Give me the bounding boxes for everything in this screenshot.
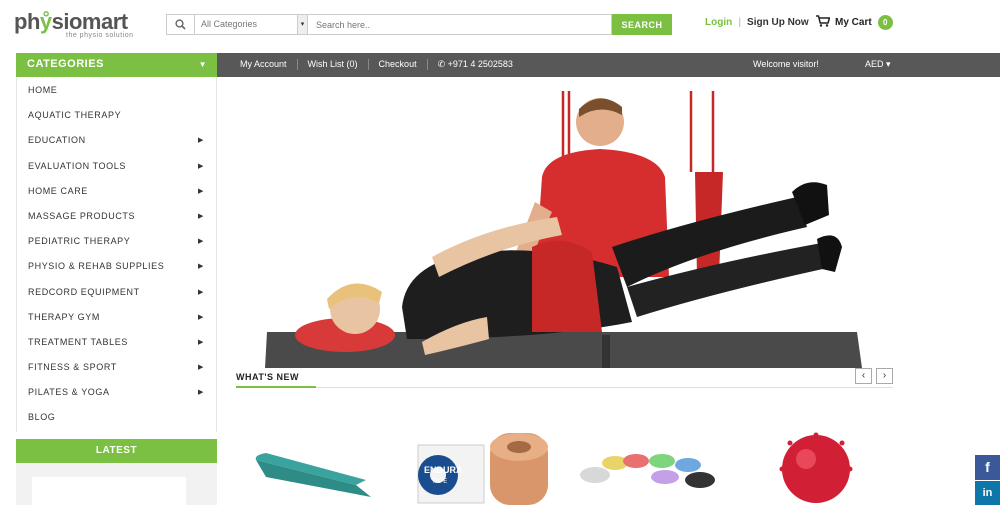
sidebar-item-label: MASSAGE PRODUCTS (28, 210, 136, 221)
product-card-massage-ball[interactable] (740, 425, 890, 505)
currency-value: AED (865, 59, 884, 69)
search-icon (166, 14, 194, 35)
carousel-prev-button[interactable]: ‹ (855, 368, 872, 384)
caret-down-icon: ▾ (886, 59, 891, 69)
top-nav-bar: CATEGORIES ▼ My Account Wish List (0) Ch… (16, 53, 1000, 77)
sidebar-item-redcord-equipment[interactable]: REDCORD EQUIPMENT ▶ (17, 279, 216, 304)
whats-new-heading: WHAT'S NEW (236, 372, 299, 382)
phone-number: +971 4 2502583 (447, 59, 513, 69)
latest-section-header: LATEST (16, 439, 217, 463)
category-select[interactable]: All Categories ▾ (194, 14, 308, 35)
chevron-right-icon: ▶ (198, 288, 204, 296)
header: phẙsiomart the physio solution All Categ… (0, 0, 1000, 52)
product-image-endura-tape: ENDURA TAPE (417, 433, 548, 505)
welcome-text: Welcome visitor! (753, 59, 819, 69)
sidebar-item-home[interactable]: HOME (17, 77, 216, 102)
category-sidebar: HOME AQUATIC THERAPY EDUCATION ▶ EVALUATI… (16, 77, 217, 432)
chevron-right-icon: ▶ (198, 187, 204, 195)
sidebar-item-label: EDUCATION (28, 135, 86, 146)
cart-icon (816, 15, 831, 30)
product-image-massage-ball (779, 432, 853, 503)
hero-banner-image (265, 91, 862, 368)
sidebar-item-label: BLOG (28, 412, 56, 423)
sidebar-item-label: HOME CARE (28, 185, 88, 196)
endura-tape-sublabel: TAPE (432, 479, 447, 485)
chevron-right-icon: ▶ (198, 338, 204, 346)
latest-section-body (16, 463, 217, 505)
sidebar-item-label: PHYSIO & REHAB SUPPLIES (28, 261, 165, 272)
chevron-right-icon: ▶ (198, 212, 204, 220)
sidebar-item-pediatric-therapy[interactable]: PEDIATRIC THERAPY ▶ (17, 228, 216, 253)
sidebar-item-massage-products[interactable]: MASSAGE PRODUCTS ▶ (17, 203, 216, 228)
linkedin-icon[interactable]: in (975, 481, 1000, 505)
search-button[interactable]: SEARCH (612, 14, 672, 35)
sidebar-item-label: AQUATIC THERAPY (28, 110, 122, 121)
categories-toggle[interactable]: CATEGORIES ▼ (16, 53, 217, 77)
nav-checkout[interactable]: Checkout (369, 59, 428, 70)
product-image-yoga-mat (255, 453, 371, 497)
sidebar-item-label: THERAPY GYM (28, 311, 100, 322)
product-card-yoga-mat[interactable] (236, 425, 386, 505)
logo-tagline: the physio solution (66, 32, 134, 39)
search-bar: All Categories ▾ SEARCH (166, 14, 672, 35)
sidebar-item-pilates-yoga[interactable]: PILATES & YOGA ▶ (17, 379, 216, 404)
latest-product-card[interactable] (32, 477, 186, 505)
nav-wish-list[interactable]: Wish List (0) (298, 59, 369, 70)
logo-wordmark: phẙsiomart (14, 9, 128, 34)
chevron-right-icon: ▶ (198, 263, 204, 271)
sidebar-item-physio-rehab-supplies[interactable]: PHYSIO & REHAB SUPPLIES ▶ (17, 253, 216, 278)
cart-label: My Cart (835, 17, 872, 28)
login-link[interactable]: Login (705, 17, 732, 28)
nav-phone[interactable]: ✆ +971 4 2502583 (428, 59, 523, 70)
sidebar-item-aquatic-therapy[interactable]: AQUATIC THERAPY (17, 102, 216, 127)
facebook-icon[interactable]: f (975, 455, 1000, 480)
sidebar-item-label: REDCORD EQUIPMENT (28, 286, 140, 297)
endura-tape-label: ENDURA (424, 465, 463, 475)
sidebar-item-label: PILATES & YOGA (28, 387, 110, 398)
chevron-right-icon: ▶ (198, 364, 204, 372)
sidebar-item-treatment-tables[interactable]: TREATMENT TABLES ▶ (17, 329, 216, 354)
nav-my-account[interactable]: My Account (240, 59, 298, 70)
sidebar-item-label: FITNESS & SPORT (28, 362, 117, 373)
sidebar-item-blog[interactable]: BLOG (17, 404, 216, 429)
cart-count-badge: 0 (877, 15, 893, 30)
category-select-value: All Categories (201, 19, 258, 29)
phone-icon: ✆ (437, 59, 448, 69)
sidebar-item-evaluation-tools[interactable]: EVALUATION TOOLS ▶ (17, 153, 216, 178)
cart-button[interactable]: My Cart 0 (816, 15, 893, 30)
chevron-right-icon: ▶ (198, 162, 204, 170)
product-card-therapy-putty[interactable] (570, 425, 720, 505)
hero-banner[interactable] (217, 77, 1000, 368)
chevron-right-icon: ▶ (198, 389, 204, 397)
sidebar-item-home-care[interactable]: HOME CARE ▶ (17, 178, 216, 203)
carousel-next-button[interactable]: › (876, 368, 893, 384)
chevron-right-icon: ▶ (198, 137, 204, 145)
sidebar-item-education[interactable]: EDUCATION ▶ (17, 127, 216, 152)
signup-link[interactable]: Sign Up Now (747, 17, 809, 28)
search-input[interactable] (308, 14, 612, 35)
sidebar-item-therapy-gym[interactable]: THERAPY GYM ▶ (17, 304, 216, 329)
nav-links: My Account Wish List (0) Checkout ✆ +971… (240, 59, 523, 70)
chevron-right-icon: ▶ (198, 238, 204, 246)
sidebar-item-label: PEDIATRIC THERAPY (28, 236, 131, 247)
site-logo[interactable]: phẙsiomart the physio solution (14, 10, 149, 44)
chevron-right-icon: ▶ (198, 313, 204, 321)
chevron-down-icon: ▾ (297, 15, 307, 34)
account-links: Login | Sign Up Now (705, 17, 809, 28)
sidebar-item-label: TREATMENT TABLES (28, 336, 128, 347)
sidebar-item-fitness-sport[interactable]: FITNESS & SPORT ▶ (17, 354, 216, 379)
product-card-endura-tape[interactable]: ENDURA TAPE (410, 425, 560, 505)
product-image-therapy-putty (580, 454, 715, 488)
sidebar-item-label: HOME (28, 85, 58, 95)
section-accent-underline (236, 386, 316, 388)
section-divider (236, 387, 893, 388)
currency-selector[interactable]: AED ▾ (865, 59, 891, 70)
caret-down-icon: ▼ (198, 60, 207, 69)
divider: | (738, 17, 742, 28)
sidebar-item-label: EVALUATION TOOLS (28, 160, 126, 171)
categories-label: CATEGORIES (27, 58, 104, 70)
